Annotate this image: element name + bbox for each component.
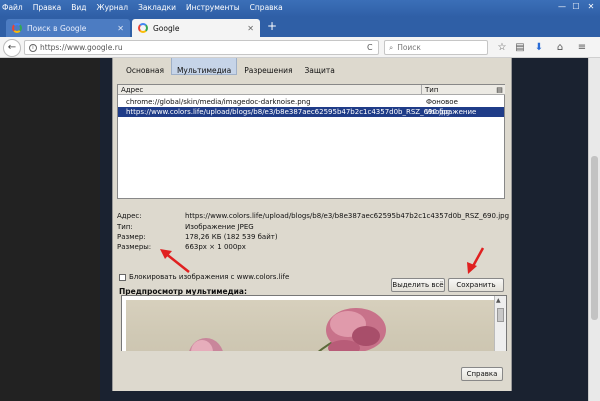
- menu-icon[interactable]: ≡: [576, 42, 588, 54]
- dialog-tabs: Основная Мультимедиа Разрешения Защита: [113, 58, 511, 76]
- close-tab-icon[interactable]: ✕: [247, 24, 254, 33]
- tab-permissions[interactable]: Разрешения: [239, 58, 297, 75]
- block-images-label[interactable]: Блокировать изображения с www.colors.lif…: [129, 273, 289, 281]
- address-label: Адрес:: [117, 212, 142, 220]
- url-text: https://www.google.ru: [40, 43, 123, 52]
- google-favicon-icon: [138, 23, 148, 33]
- navigation-bar: ← i https://www.google.ru C ⌕ Поиск ☆ ▤ …: [0, 37, 600, 58]
- save-as-button[interactable]: Сохранить как...: [448, 278, 504, 301]
- menu-bookmarks[interactable]: Закладки: [138, 3, 176, 12]
- type-label: Тип:: [117, 223, 133, 231]
- column-picker-icon[interactable]: ▤: [494, 85, 505, 95]
- title-bar: Файл Правка Вид Журнал Закладки Инструме…: [0, 0, 600, 17]
- column-header-type[interactable]: Тип: [422, 85, 494, 95]
- reading-list-icon[interactable]: ▤: [514, 42, 526, 54]
- tab-label: Поиск в Google: [27, 23, 87, 33]
- maximize-button[interactable]: ☐: [570, 2, 582, 12]
- type-value: Изображение JPEG: [185, 223, 254, 231]
- row-type: Изображение: [426, 108, 477, 116]
- back-button[interactable]: ←: [3, 39, 21, 57]
- search-placeholder: Поиск: [397, 43, 421, 52]
- page-info-dialog: Основная Мультимедиа Разрешения Защита А…: [112, 58, 512, 391]
- menu-edit[interactable]: Правка: [33, 3, 62, 12]
- close-window-button[interactable]: ✕: [585, 2, 597, 12]
- scroll-up-icon[interactable]: ▲: [496, 297, 501, 304]
- google-favicon-icon: [12, 23, 22, 33]
- dimensions-value: 663px × 1 000px: [185, 243, 246, 251]
- home-icon[interactable]: ⌂: [554, 42, 566, 54]
- help-button[interactable]: Справка: [461, 367, 503, 381]
- address-value: https://www.colors.life/upload/blogs/b8/…: [185, 212, 510, 220]
- tab-security[interactable]: Защита: [300, 58, 340, 75]
- url-bar[interactable]: i https://www.google.ru: [24, 40, 379, 55]
- tab-label: Google: [153, 23, 180, 33]
- address-property: Адрес: https://www.colors.life/upload/bl…: [117, 212, 509, 222]
- star-icon[interactable]: ☆: [496, 42, 508, 54]
- tab-general[interactable]: Основная: [121, 58, 169, 75]
- menu-history[interactable]: Журнал: [97, 3, 129, 12]
- tab-media[interactable]: Мультимедиа: [170, 58, 238, 75]
- dialog-footer: Справка: [113, 351, 511, 391]
- menu-tools[interactable]: Инструменты: [186, 3, 240, 12]
- table-row[interactable]: chrome://global/skin/media/imagedoc-dark…: [118, 97, 504, 116]
- preview-scrollbar-thumb[interactable]: [497, 308, 504, 322]
- annotation-arrow-icon: [467, 247, 485, 274]
- annotation-arrow-icon: [160, 249, 190, 273]
- tab-google-search[interactable]: Поиск в Google ✕: [6, 19, 130, 37]
- size-value: 178,26 КБ (182 539 байт): [185, 233, 278, 241]
- table-row-selected[interactable]: https://www.colors.life/upload/blogs/b8/…: [118, 107, 504, 117]
- menu-view[interactable]: Вид: [71, 3, 86, 12]
- type-property: Тип: Изображение JPEG: [117, 223, 497, 233]
- menu-file[interactable]: Файл: [2, 3, 23, 12]
- size-property: Размер: 178,26 КБ (182 539 байт): [117, 233, 497, 243]
- tab-google[interactable]: Google ✕: [132, 19, 260, 37]
- close-tab-icon[interactable]: ✕: [117, 24, 124, 33]
- tab-strip: Поиск в Google ✕ Google ✕: [0, 17, 600, 37]
- menu-bar: Файл Правка Вид Журнал Закладки Инструме…: [2, 3, 283, 12]
- size-label: Размер:: [117, 233, 146, 241]
- block-images-checkbox[interactable]: [119, 274, 126, 281]
- select-all-button[interactable]: Выделить всё: [391, 278, 445, 292]
- column-header-address[interactable]: Адрес: [118, 85, 422, 95]
- minimize-button[interactable]: —: [556, 2, 568, 12]
- download-icon[interactable]: ⬇: [533, 42, 545, 54]
- reload-button[interactable]: C: [367, 43, 373, 52]
- info-icon[interactable]: i: [29, 43, 37, 52]
- search-icon: ⌕: [389, 42, 394, 52]
- row-address: https://www.colors.life/upload/blogs/b8/…: [126, 108, 451, 116]
- media-table[interactable]: Адрес Тип ▤ chrome://global/skin/media/i…: [117, 84, 505, 199]
- dimensions-label: Размеры:: [117, 243, 152, 251]
- new-tab-button[interactable]: +: [265, 19, 279, 33]
- page-scrollbar-thumb[interactable]: [591, 156, 598, 320]
- row-address: chrome://global/skin/media/imagedoc-dark…: [126, 98, 311, 106]
- menu-help[interactable]: Справка: [250, 3, 283, 12]
- search-input[interactable]: ⌕ Поиск: [384, 40, 488, 55]
- page-dark-margin: [0, 58, 100, 401]
- page-scrollbar[interactable]: [588, 58, 600, 401]
